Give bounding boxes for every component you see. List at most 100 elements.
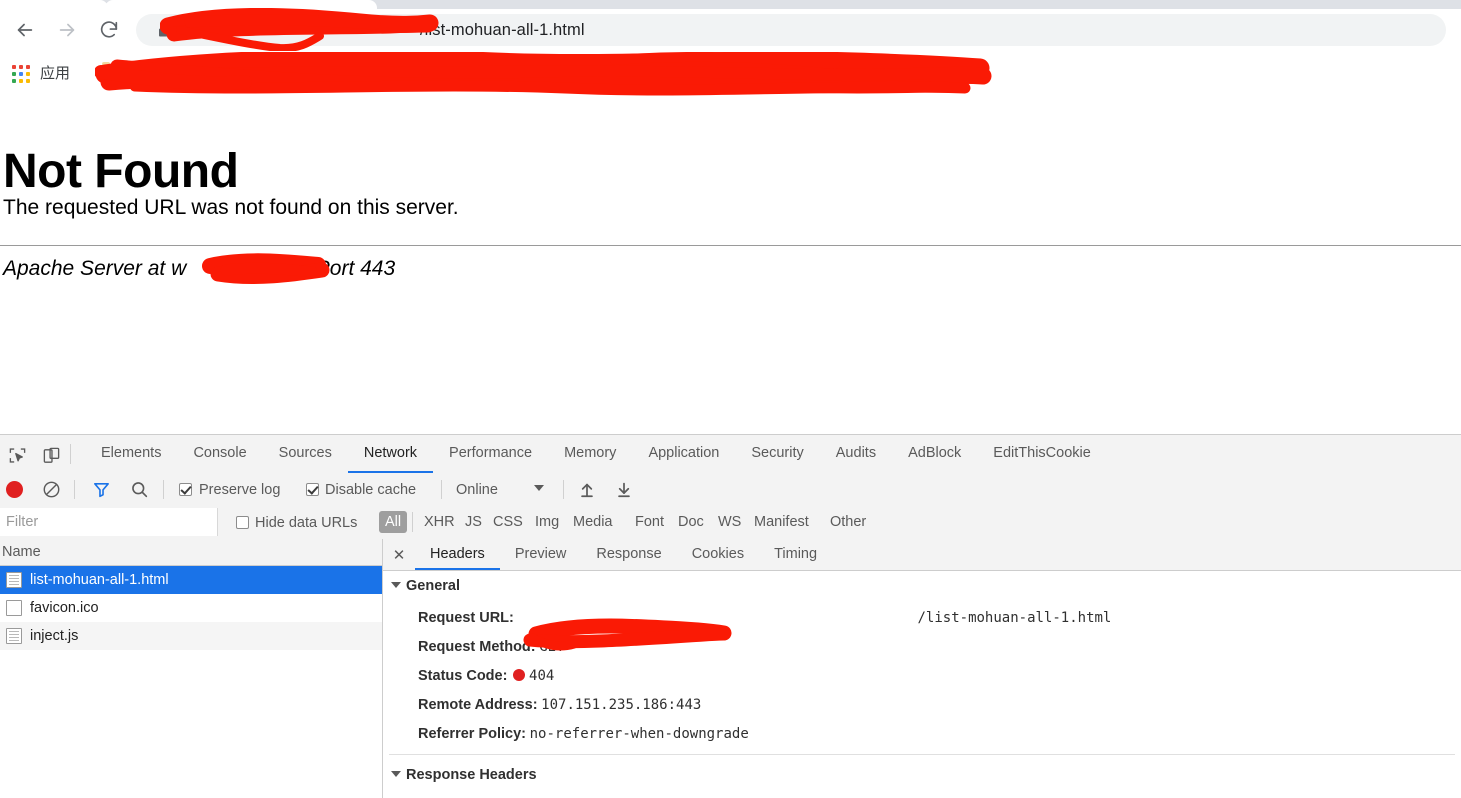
filter-type-ws[interactable]: WS [712, 511, 747, 533]
apps-label[interactable]: 应用 [40, 63, 70, 85]
tab-cookies[interactable]: Cookies [677, 539, 759, 570]
general-section-label: General [406, 578, 460, 594]
bookmark-folder-icon[interactable] [102, 62, 119, 79]
toolbar-divider [70, 444, 71, 464]
bookmark-folder-icon[interactable] [790, 62, 807, 79]
request-name: favicon.ico [30, 600, 99, 616]
lock-icon [158, 22, 170, 38]
tab-performance[interactable]: Performance [433, 435, 548, 473]
tab-strip [0, 0, 1461, 9]
back-icon[interactable] [10, 15, 40, 45]
inspect-element-icon[interactable] [6, 444, 28, 466]
hide-data-urls-label[interactable]: Hide data URLs [255, 514, 357, 532]
address-bar[interactable]: /list-mohuan-all-1.html [136, 14, 1446, 46]
tab-memory[interactable]: Memory [548, 435, 632, 473]
network-filter-bar: Filter Hide data URLs All XHR JS CSS Img… [0, 506, 1461, 540]
section-divider [389, 754, 1455, 755]
page-divider [0, 245, 1461, 246]
tab-elements[interactable]: Elements [85, 435, 177, 473]
filter-type-js[interactable]: JS [459, 511, 488, 533]
devtools-tabbar: Elements Console Sources Network Perform… [0, 435, 1461, 474]
close-icon[interactable]: ✕ [383, 539, 415, 570]
toolbar-divider [563, 480, 564, 499]
tab-application[interactable]: Application [632, 435, 735, 473]
throttling-select-value[interactable]: Online [456, 481, 498, 499]
table-row[interactable]: favicon.ico [0, 594, 382, 622]
bookmark-folder-icon[interactable] [185, 62, 202, 79]
export-har-icon[interactable] [615, 480, 633, 499]
column-header-name[interactable]: Name [0, 539, 382, 566]
url-text: /list-mohuan-all-1.html [420, 21, 585, 39]
blank-document-icon [6, 600, 22, 616]
tab-response[interactable]: Response [581, 539, 676, 570]
hide-data-urls-checkbox[interactable] [236, 516, 249, 529]
import-har-icon[interactable] [578, 480, 596, 499]
preserve-log-label[interactable]: Preserve log [199, 481, 280, 499]
filter-type-media[interactable]: Media [567, 511, 619, 533]
filter-type-css[interactable]: CSS [487, 511, 529, 533]
request-detail-pane: ✕ Headers Preview Response Cookies Timin… [383, 539, 1461, 798]
field-value: no-referrer-when-downgrade [529, 726, 749, 742]
bookmark-folder-icon[interactable] [428, 62, 445, 79]
tab-network[interactable]: Network [347, 435, 434, 473]
server-signature-prefix: Apache Server at w [3, 257, 187, 280]
record-icon[interactable] [6, 481, 23, 498]
general-section-title[interactable]: General [391, 577, 460, 595]
field-key: Referrer Policy: [418, 726, 526, 742]
filter-type-img[interactable]: Img [529, 511, 565, 533]
document-icon [6, 572, 22, 588]
table-row[interactable]: list-mohuan-all-1.html [0, 566, 382, 594]
filter-type-all[interactable]: All [379, 511, 408, 533]
field-value: 107.151.235.186:443 [541, 697, 702, 713]
tab-inactive-left[interactable] [0, 0, 108, 9]
device-toolbar-icon[interactable] [40, 444, 62, 466]
tab-sources[interactable]: Sources [263, 435, 348, 473]
chevron-down-icon[interactable] [534, 485, 544, 491]
filter-type-other[interactable]: Other [824, 511, 872, 533]
search-icon[interactable] [130, 480, 149, 499]
response-headers-label: Response Headers [406, 767, 537, 783]
filter-type-manifest[interactable]: Manifest [748, 511, 815, 533]
request-name: inject.js [30, 628, 79, 644]
filter-type-doc[interactable]: Doc [672, 511, 710, 533]
response-headers-section-title[interactable]: Response Headers [391, 766, 537, 784]
disable-cache-label[interactable]: Disable cache [325, 481, 416, 499]
disable-cache-checkbox[interactable] [306, 483, 319, 496]
tab-headers[interactable]: Headers [415, 539, 500, 570]
page-title: Not Found [3, 145, 239, 199]
detail-tabbar: ✕ Headers Preview Response Cookies Timin… [383, 539, 1461, 571]
field-status-code: Status Code: 404 [418, 666, 554, 686]
preserve-log-checkbox[interactable] [179, 483, 192, 496]
apps-grid-icon[interactable] [12, 65, 30, 83]
page-message: The requested URL was not found on this … [3, 196, 459, 219]
caret-down-icon [391, 582, 401, 588]
filter-type-xhr[interactable]: XHR [418, 511, 461, 533]
filter-input[interactable]: Filter [0, 508, 218, 536]
request-name: list-mohuan-all-1.html [30, 572, 169, 588]
status-badge [513, 669, 526, 681]
table-row[interactable]: inject.js [0, 622, 382, 650]
tab-timing[interactable]: Timing [759, 539, 832, 570]
devtools-panel: Elements Console Sources Network Perform… [0, 434, 1461, 798]
bookmark-folder-icon[interactable] [628, 62, 645, 79]
tab-audits[interactable]: Audits [820, 435, 892, 473]
field-key: Request URL: [418, 610, 514, 626]
server-signature: Apache Server at w com Port 443 [3, 255, 395, 283]
filter-divider [412, 512, 413, 532]
browser-window: /list-mohuan-all-1.html 应用 Not Found The… [0, 0, 1461, 798]
clear-icon[interactable] [42, 480, 61, 499]
forward-icon[interactable] [52, 15, 82, 45]
filter-type-font[interactable]: Font [629, 511, 670, 533]
caret-down-icon [391, 771, 401, 777]
tab-adblock[interactable]: AdBlock [892, 435, 977, 473]
field-value: GET [539, 639, 565, 655]
tab-security[interactable]: Security [735, 435, 819, 473]
filter-funnel-icon[interactable] [92, 480, 111, 499]
tab-editthiscookie[interactable]: EditThisCookie [977, 435, 1107, 473]
tab-preview[interactable]: Preview [500, 539, 582, 570]
tab-active[interactable] [105, 0, 377, 9]
devtools-tab-list: Elements Console Sources Network Perform… [85, 435, 1107, 473]
reload-icon[interactable] [94, 15, 124, 45]
field-request-url: Request URL: /list-mohuan-all-1.html [418, 608, 1111, 628]
tab-console[interactable]: Console [177, 435, 262, 473]
